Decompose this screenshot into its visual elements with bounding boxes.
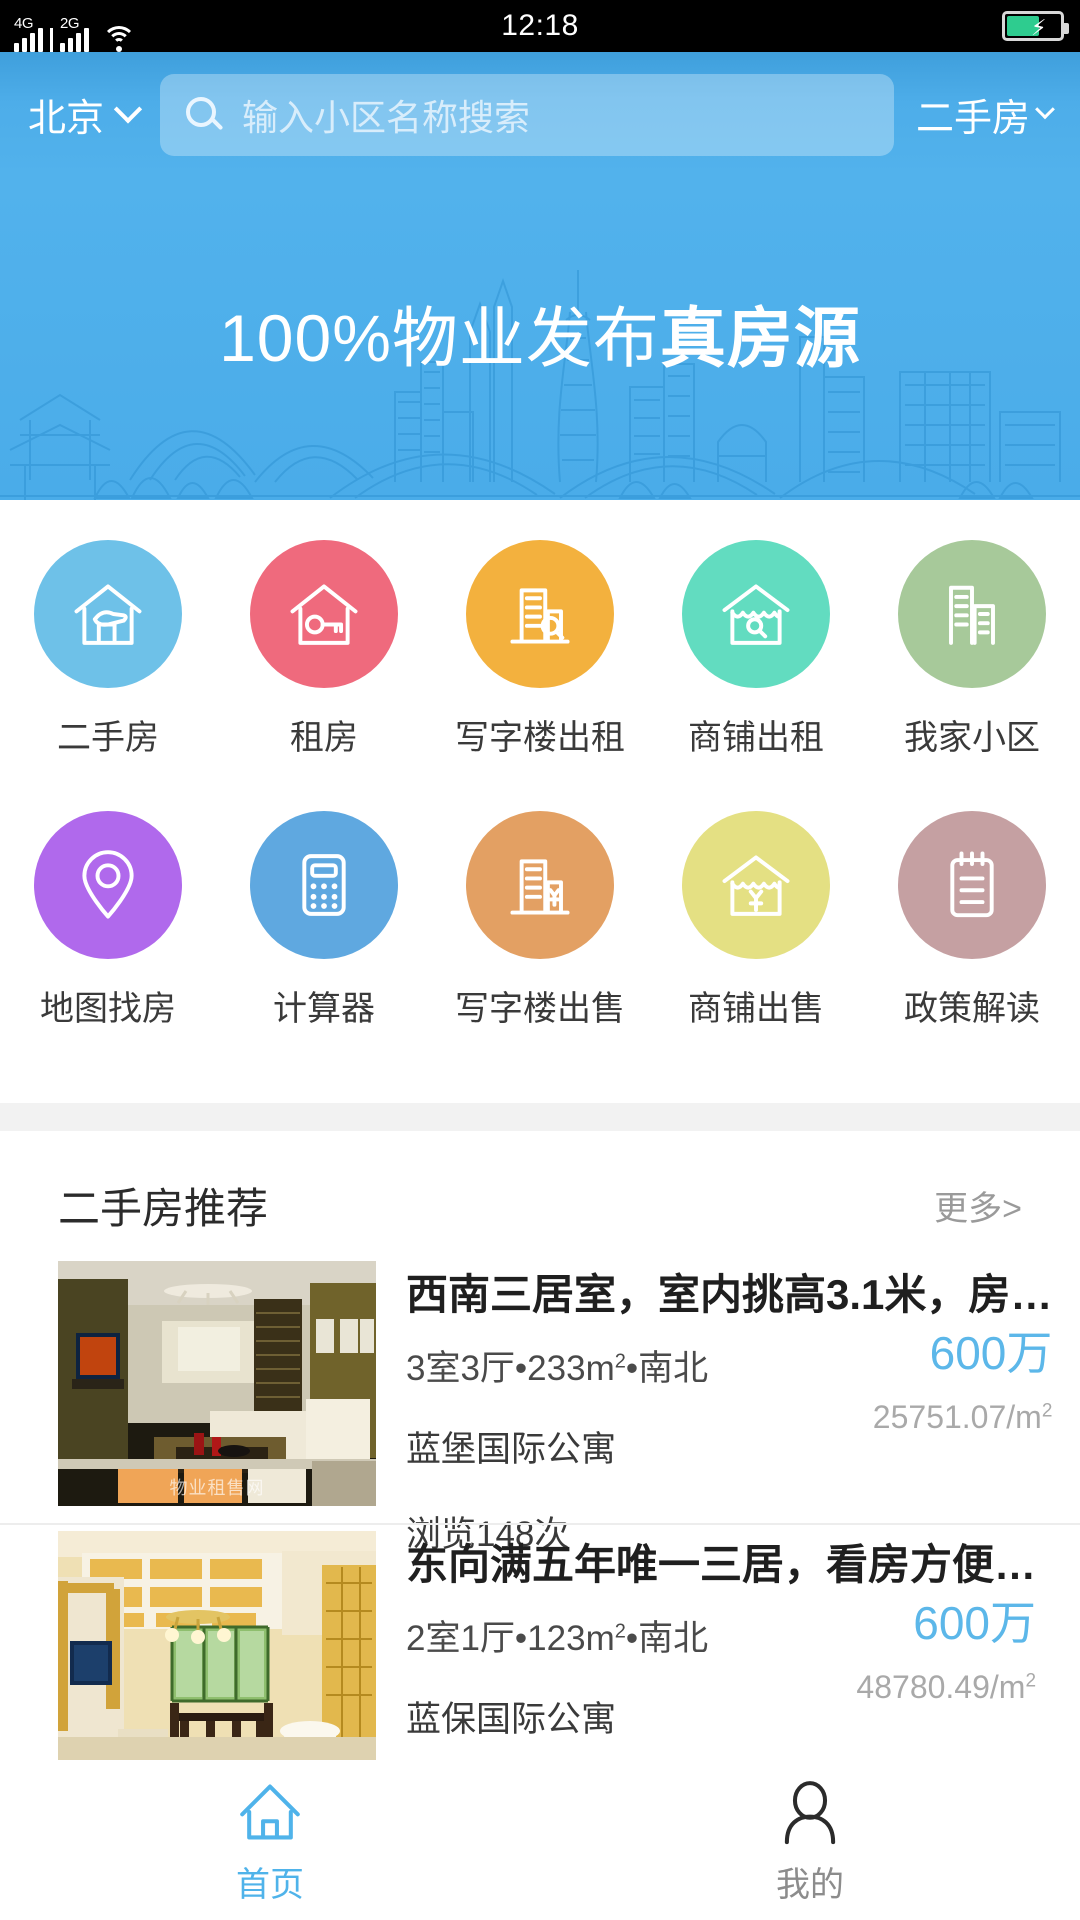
tab-profile-label: 我的 [776,1865,844,1904]
clipboard-icon [898,811,1046,959]
listing-photo[interactable]: 物业租售网 [58,1261,376,1506]
grid-item-label: 政策解读 [904,990,1040,1028]
app-screen: 4G 2G 12:18 ⚡ 北京 输入小区名称搜索 二手房 100%物业发布真房… [0,0,1080,1920]
listing-price-block: 600万 48780.49/m2 [856,1587,1036,1706]
living-room-photo-icon [58,1261,376,1506]
banner-title-prefix: 100%物业发布 [219,301,660,375]
grid-item-label: 二手房 [57,719,159,757]
battery-charging-icon: ⚡ [1002,11,1069,41]
tab-home[interactable]: 首页 [0,1760,540,1920]
house-key-icon [250,540,398,688]
grid-item-shangpu-chushou[interactable]: 商铺出售 [648,811,864,1030]
listing-total-price: 600万 [913,1597,1037,1649]
recommend-section-header: 二手房推荐 更多> [0,1160,1080,1250]
listing-item[interactable]: 东向满五年唯一三居，看房方便… 2室1厅•123m2•南北 蓝保国际公寓 600… [0,1523,1080,1791]
listing-title: 东向满五年唯一三居，看房方便… [406,1541,1037,1588]
listing-unit-price: 25751.07/m2 [872,1399,1053,1435]
shop-search-icon [682,540,830,688]
house-hand-icon [34,540,182,688]
tab-profile[interactable]: 我的 [540,1760,1080,1920]
grid-item-label: 商铺出售 [688,990,824,1028]
grid-item-label: 租房 [290,719,358,757]
grid-item-xiezilou-chuzu[interactable]: 写字楼出租 [432,540,648,759]
city-label: 北京 [28,98,105,140]
office-search-icon [466,540,614,688]
recommend-more-link[interactable]: 更多> [934,1181,1022,1230]
buildings-icon [898,540,1046,688]
chevron-down-icon [1035,98,1055,119]
grid-item-label: 计算器 [273,990,375,1028]
grid-item-jisuanqi[interactable]: 计算器 [216,811,432,1030]
tab-home-label: 首页 [236,1865,304,1904]
category-selector[interactable]: 二手房 [915,87,1055,142]
grid-item-ditu-zhaofang[interactable]: 地图找房 [0,811,216,1030]
listing-info: 西南三居室，室内挑高3.1米，房… 3室3厅•233m2•南北 蓝堡国际公寓 浏… [376,1255,1053,1554]
dining-room-photo-icon [58,1531,376,1776]
grid-item-zhengce-jiedu[interactable]: 政策解读 [864,811,1080,1030]
search-input[interactable]: 输入小区名称搜索 [160,73,894,156]
banner-title-emphasis: 真房源 [659,301,861,375]
bottom-tab-bar: 首页 我的 [0,1760,1080,1920]
search-icon [186,96,224,133]
listing-item[interactable]: 物业租售网 西南三居室，室内挑高3.1米，房… 3室3厅•233m2•南北 蓝堡… [0,1255,1080,1554]
grid-item-label: 写字楼出售 [455,990,625,1028]
person-icon [784,1780,836,1844]
listing-unit-price: 48780.49/m2 [856,1669,1037,1705]
grid-item-label: 商铺出租 [688,719,824,757]
category-grid-row-2: 地图找房 计算器 写字楼出售 商铺出售 政策解读 [0,811,1080,1030]
grid-item-zufang[interactable]: 租房 [216,540,432,759]
office-yuan-icon [466,811,614,959]
category-grid: 二手房 租房 写字楼出租 商铺出租 我家小区 地图找房 计算器 写字楼出售 商铺… [0,500,1080,1103]
calculator-icon [250,811,398,959]
grid-item-label: 我家小区 [904,719,1040,757]
category-grid-row-1: 二手房 租房 写字楼出租 商铺出租 我家小区 [0,540,1080,759]
listing-photo[interactable] [58,1531,376,1776]
grid-item-ershoufang[interactable]: 二手房 [0,540,216,759]
listing-list: 物业租售网 西南三居室，室内挑高3.1米，房… 3室3厅•233m2•南北 蓝堡… [0,1255,1080,1791]
grid-item-xiezilou-chushou[interactable]: 写字楼出售 [432,811,648,1030]
recommend-title: 二手房推荐 [58,1184,269,1232]
banner-title: 100%物业发布真房源 [0,285,1080,381]
status-bar: 4G 2G 12:18 ⚡ [0,0,1080,52]
grid-item-wojia-xiaoqu[interactable]: 我家小区 [864,540,1080,759]
grid-item-label: 写字楼出租 [455,719,625,757]
status-bar-clock: 12:18 [501,9,579,42]
shop-yuan-icon [682,811,830,959]
photo-watermark: 物业租售网 [169,1478,265,1498]
grid-item-shangpu-chuzu[interactable]: 商铺出租 [648,540,864,759]
chevron-down-icon [113,94,143,123]
section-divider [0,1103,1080,1131]
listing-total-price: 600万 [929,1327,1053,1379]
listing-title: 西南三居室，室内挑高3.1米，房… [406,1271,1053,1318]
city-selector[interactable]: 北京 [28,87,143,142]
listing-price-block: 600万 25751.07/m2 [873,1317,1053,1436]
search-placeholder: 输入小区名称搜索 [242,96,531,138]
map-pin-icon [34,811,182,959]
category-label: 二手房 [915,98,1030,140]
home-icon [240,1784,300,1839]
grid-item-label: 地图找房 [40,990,176,1028]
listing-info: 东向满五年唯一三居，看房方便… 2室1厅•123m2•南北 蓝保国际公寓 600… [376,1525,1036,1791]
hero-banner[interactable]: 100%物业发布真房源 [0,177,1080,500]
app-header: 北京 输入小区名称搜索 二手房 [0,52,1080,177]
